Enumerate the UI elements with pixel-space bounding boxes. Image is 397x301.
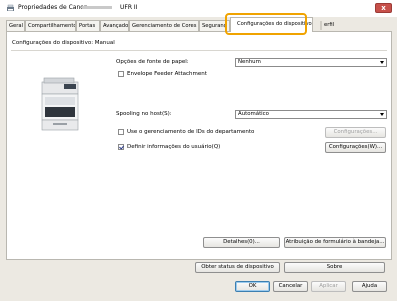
user-info-label: Definir informações do usuário(Q) (127, 144, 221, 150)
device-settings-panel: Configurações do dispositivo: Manual Opç… (6, 31, 392, 260)
tab-perfil-truncated[interactable]: erfil (324, 20, 334, 31)
redacted-model-name (82, 6, 112, 9)
tab-seguranca[interactable]: Seguranç (199, 20, 230, 31)
dept-settings-button[interactable]: Configurações... (325, 127, 386, 138)
chevron-down-icon (380, 113, 384, 116)
title-bar: Propriedades de Canon UFR II x (0, 0, 397, 17)
dept-id-label: Use o gerenciamento de IDs do departamen… (127, 129, 255, 135)
window-title-prefix: Propriedades de Canon (18, 4, 88, 11)
tab-portas[interactable]: Portas (76, 20, 100, 31)
details-button[interactable]: Detalhes(0)... (203, 237, 280, 248)
tab-avancado[interactable]: Avançado (100, 20, 129, 31)
about-button[interactable]: Sobre (284, 262, 385, 273)
close-button[interactable]: x (375, 3, 392, 13)
tab-scroll-divider (320, 21, 322, 30)
apply-button[interactable]: Aplicar (311, 281, 346, 292)
user-settings-button[interactable]: Configurações(W)... (325, 142, 386, 153)
envelope-feeder-label: Envelope Feeder Attachment (127, 71, 207, 77)
printer-properties-window: Propriedades de Canon UFR II x Geral Com… (0, 0, 397, 301)
user-info-checkbox[interactable] (118, 144, 124, 150)
dept-id-checkbox[interactable] (118, 129, 124, 135)
printer-icon (7, 4, 14, 11)
form-assignment-button[interactable]: Atribuição de formulário à bandeja... (284, 237, 386, 248)
spooling-value: Automático (238, 111, 269, 117)
help-button[interactable]: Ajuda (352, 281, 387, 292)
printer-illustration (41, 77, 79, 131)
spooling-label: Spooling no host(S): (116, 111, 172, 117)
get-device-status-button[interactable]: Obter status de dispositivo (195, 262, 280, 273)
paper-source-label: Opções de fonte de papel: (116, 59, 189, 65)
window-title-suffix: UFR II (120, 4, 138, 11)
cancel-button[interactable]: Cancelar (273, 281, 308, 292)
ok-button[interactable]: OK (235, 281, 270, 292)
tab-strip: Geral Compartilhamento Portas Avançado G… (6, 17, 392, 32)
tab-geral[interactable]: Geral (6, 20, 25, 31)
heading-divider (11, 50, 387, 51)
spooling-select[interactable]: Automático (235, 110, 387, 119)
tab-compartilhamento[interactable]: Compartilhamento (25, 20, 76, 31)
chevron-down-icon (380, 61, 384, 64)
panel-heading: Configurações do dispositivo: Manual (12, 40, 115, 46)
paper-source-value: Nenhum (238, 59, 261, 65)
paper-source-select[interactable]: Nenhum (235, 58, 387, 67)
tab-gerenciamento-de-cores[interactable]: Gerenciamento de Cores (129, 20, 199, 31)
tab-configuracoes-do-dispositivo[interactable]: Configurações do dispositivo (230, 17, 313, 32)
envelope-feeder-checkbox[interactable] (118, 71, 124, 77)
